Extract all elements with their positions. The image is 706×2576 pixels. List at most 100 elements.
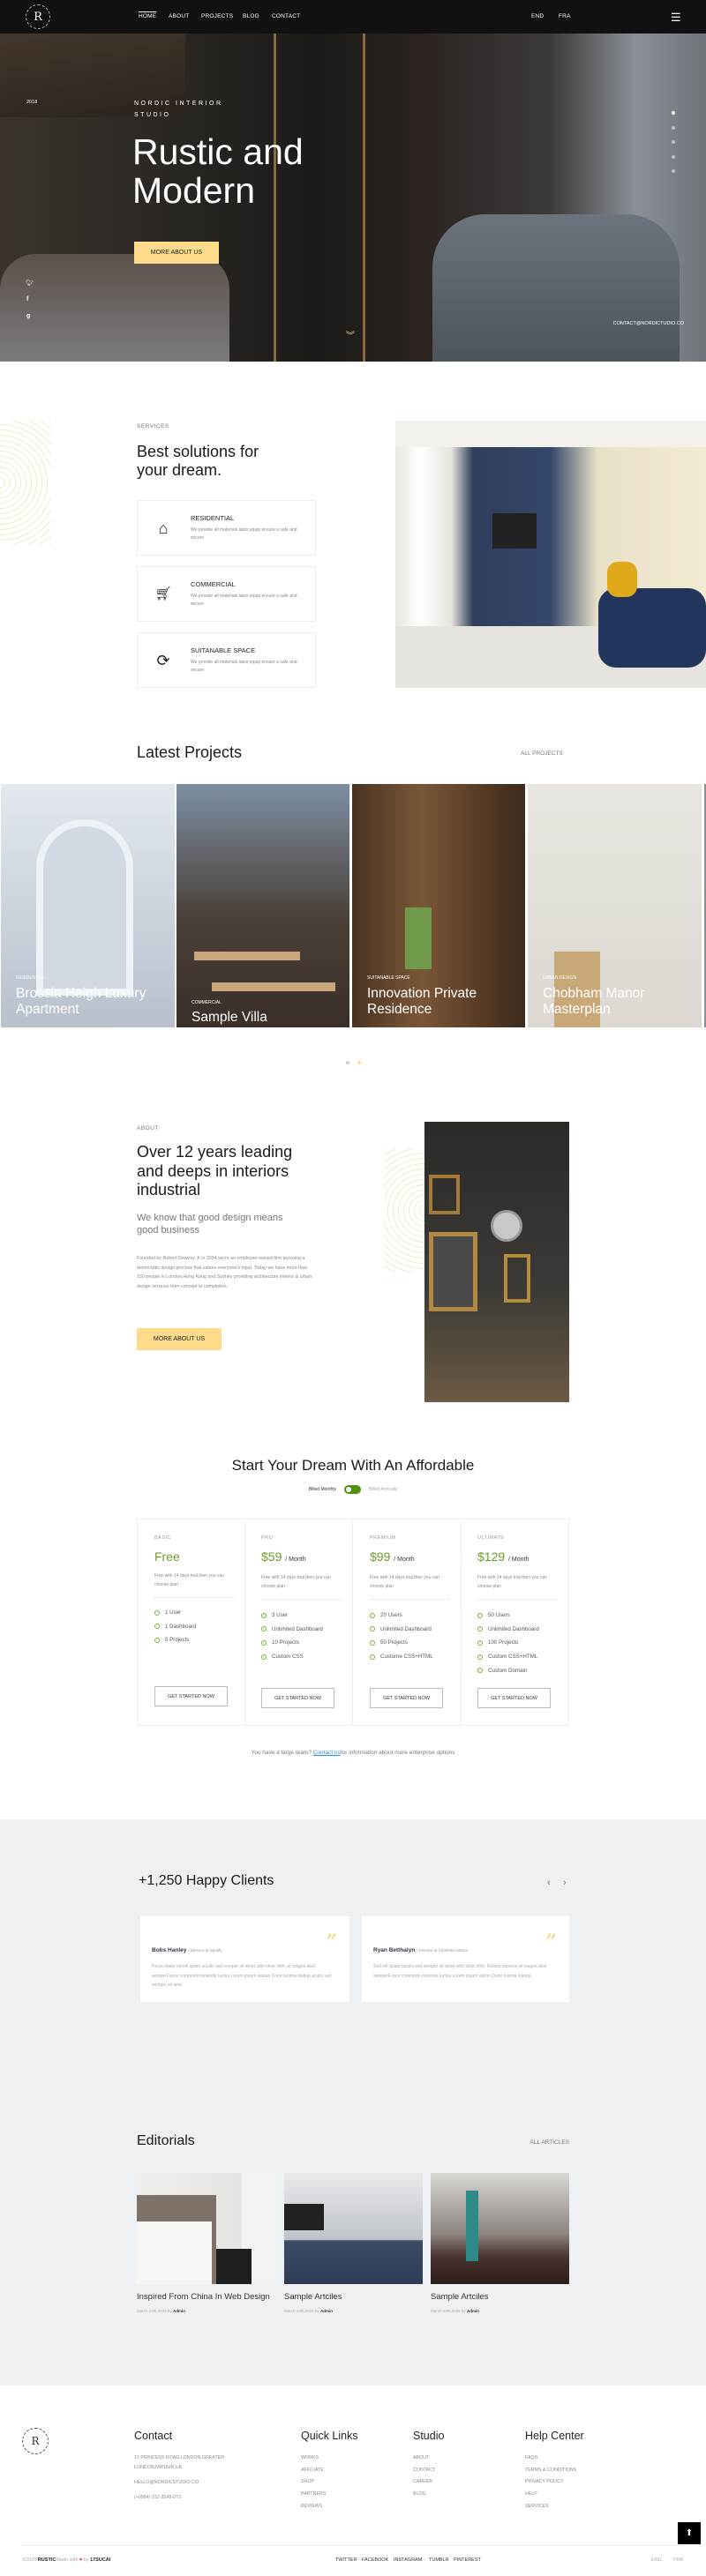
footer-lang-eng[interactable]: ENG: [651, 2557, 662, 2563]
footer-link[interactable]: TERMS & CONDITIONS: [525, 2468, 576, 2473]
nav-contact[interactable]: CONTACT: [272, 13, 300, 19]
slide-dot-5[interactable]: [672, 169, 675, 173]
social-instagram[interactable]: INSTAGRAM: [394, 2557, 422, 2563]
hero-contact-email[interactable]: CONTACT@NORDICTUDIO.CO: [613, 321, 684, 326]
house-icon: ⌂: [158, 519, 169, 537]
project-card[interactable]: COMMERCIAL Sample Villa: [176, 784, 349, 1027]
footer-link[interactable]: CAREER: [413, 2479, 432, 2484]
article-title[interactable]: Sample Artciles: [431, 2291, 569, 2303]
back-to-top-button[interactable]: ⬆: [678, 2522, 701, 2544]
slide-dot-1[interactable]: [672, 111, 675, 115]
footer-link[interactable]: CONTACT: [413, 2468, 435, 2473]
article-card[interactable]: Inspired From China In Web Design March …: [137, 2291, 275, 2318]
get-started-button[interactable]: GET STARTED NOW: [370, 1688, 443, 1708]
all-articles-link[interactable]: ALL ARTICLES: [530, 2139, 569, 2146]
copyright-author[interactable]: 17SUCAI: [90, 2557, 110, 2563]
projects-page-dot-2[interactable]: [357, 1061, 361, 1064]
plan-price: Free: [154, 1549, 180, 1564]
slide-dot-2[interactable]: [672, 126, 675, 130]
project-title: Brossia Heigh Luxury Apartment: [16, 986, 146, 1017]
projects-title: Latest Projects: [137, 743, 243, 761]
plan-features: ✓ 50 Users ✓ Unlimited Dashboard ✓ 100 Proj…: [477, 1609, 539, 1677]
check-icon: ✓: [477, 1668, 483, 1674]
plan-features: ✓ 3 User ✓ Unlimited Dashboard ✓ 10 Project…: [261, 1609, 323, 1663]
article-image[interactable]: [284, 2173, 423, 2284]
slide-dot-3[interactable]: [672, 140, 675, 144]
all-projects-link[interactable]: ALL PROJECTS: [521, 750, 563, 757]
article-author: Admin: [173, 2309, 186, 2313]
about-more-button[interactable]: MORE ABOUT US: [137, 1328, 222, 1350]
nav-projects[interactable]: PROJECTS: [201, 13, 233, 19]
social-pinterest[interactable]: PINTEREST: [454, 2557, 481, 2563]
article-title[interactable]: Inspired From China In Web Design: [137, 2291, 275, 2303]
footer-link[interactable]: SERVICES: [525, 2504, 549, 2509]
footer-email[interactable]: HELLO@NORDICSTUDIO.CO: [134, 2480, 199, 2485]
project-card[interactable]: RESIDENTIAL Brossia Heigh Luxury Apartme…: [1, 784, 175, 1027]
footer-link[interactable]: FAQS: [525, 2455, 537, 2460]
scroll-down-chevron-icon[interactable]: ︾: [346, 332, 355, 341]
article-image[interactable]: [137, 2173, 275, 2284]
get-started-button[interactable]: GET STARTED NOW: [154, 1686, 228, 1706]
project-card[interactable]: URBAN DESIGN Chobham Manor Masterplan: [528, 784, 702, 1027]
billing-toggle[interactable]: [344, 1485, 361, 1494]
divider: [477, 1599, 558, 1600]
plan-desc: Free with 14 days trial,then you can cho…: [261, 1575, 331, 1589]
next-arrow-icon[interactable]: ›: [563, 1878, 567, 1888]
nav-about[interactable]: ABOUT: [169, 13, 189, 19]
plan-basic: BASIC Free Free with 14 days trial,then …: [137, 1519, 245, 1726]
footer-link[interactable]: SHOP: [301, 2479, 314, 2484]
plan-price-value: Free: [154, 1549, 180, 1564]
plan-desc: Free with 14 days trial,then you can cho…: [154, 1573, 224, 1587]
get-started-button[interactable]: GET STARTED NOW: [477, 1688, 551, 1708]
project-category: RESIDENTIAL: [16, 975, 45, 981]
lang-end[interactable]: END: [531, 13, 544, 19]
footer-link[interactable]: REVIEWS: [301, 2504, 322, 2509]
feature-text: 50 Projects: [380, 1639, 408, 1646]
footer-link[interactable]: PARTNERS: [301, 2491, 326, 2497]
nav-home[interactable]: HOME: [139, 11, 157, 19]
facebook-icon[interactable]: f: [26, 296, 28, 302]
footer-help-title: Help Center: [525, 2430, 584, 2442]
check-icon: ✓: [154, 1609, 160, 1616]
project-card[interactable]: SUITANABLE SPACE Innovation Private Resi…: [352, 784, 525, 1027]
footer-link[interactable]: HELP: [525, 2491, 537, 2497]
hero-more-about-button[interactable]: MORE ABOUT US: [134, 242, 219, 264]
slide-dot-4[interactable]: [672, 155, 675, 159]
footer-link[interactable]: WORKS: [301, 2455, 319, 2460]
footer-lang-fra[interactable]: FRA: [673, 2557, 683, 2563]
social-twitter[interactable]: TWITTER: [335, 2557, 357, 2563]
twitter-icon[interactable]: 🐦︎: [26, 280, 34, 287]
footer-logo[interactable]: R: [22, 2428, 49, 2454]
decorative-arcs: [384, 1149, 424, 1273]
social-facebook[interactable]: FACEBOOK: [362, 2557, 388, 2563]
lang-fra[interactable]: FRA: [559, 13, 571, 19]
article-image[interactable]: [431, 2173, 569, 2284]
service-card-sustainable[interactable]: ⟳ SUITANABLE SPACE We provide all materi…: [137, 632, 316, 688]
footer-link[interactable]: AFFILIATE: [301, 2468, 324, 2473]
hamburger-icon[interactable]: ☰: [671, 11, 681, 25]
article-title[interactable]: Sample Artciles: [284, 2291, 423, 2303]
footer-link[interactable]: PRIVACY POLICY: [525, 2479, 564, 2484]
article-card[interactable]: Sample Artciles March 24th,2025 by Admin: [284, 2291, 423, 2318]
editorials-title: Editorials: [137, 2133, 195, 2148]
nav-blog[interactable]: BLOG: [243, 13, 259, 19]
social-tumblr[interactable]: TUMBLR: [429, 2557, 449, 2563]
plan-pro: PRO $59 / Month Free with 14 days trial,…: [244, 1519, 353, 1726]
check-icon: ✓: [370, 1654, 375, 1660]
footer-address-1: 17 PRINCESS ROAD,LONDON,GREATER: [134, 2455, 225, 2460]
enterprise-note: You have a large team? Contact usfor inf…: [0, 1750, 706, 1756]
article-card[interactable]: Sample Artciles March 24th,2025 by Admin: [431, 2291, 569, 2318]
footer-link[interactable]: ABOUT: [413, 2455, 429, 2460]
footer-phone[interactable]: (+0084) 912-3548-073: [134, 2495, 181, 2500]
logo[interactable]: R: [26, 4, 50, 29]
plan-ultimate: ULTIMATE $129 / Month Free with 14 days …: [461, 1519, 569, 1726]
get-started-button[interactable]: GET STARTED NOW: [261, 1688, 334, 1708]
service-card-commercial[interactable]: 🛒︎ COMMERCIAL We provide all materials,l…: [137, 566, 316, 622]
contact-us-link[interactable]: Contact us: [313, 1750, 341, 1756]
google-icon[interactable]: g: [26, 313, 30, 319]
prev-arrow-icon[interactable]: ‹: [547, 1878, 551, 1888]
footer-link[interactable]: BLOG: [413, 2491, 426, 2497]
service-card-residential[interactable]: ⌂ RESIDENTIAL We provide all materials,l…: [137, 500, 316, 556]
projects-page-dot-1[interactable]: [346, 1061, 349, 1064]
hero-sofa-decor: [0, 254, 229, 362]
